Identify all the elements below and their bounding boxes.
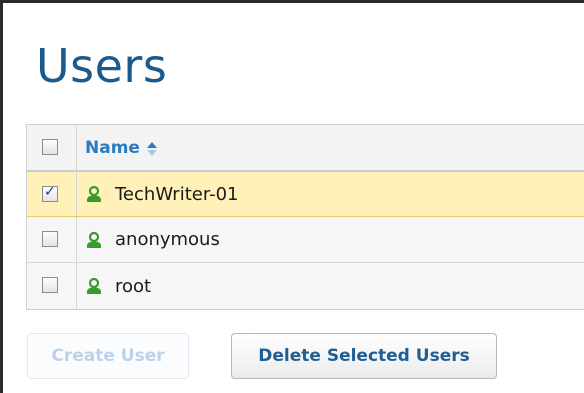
table-row[interactable]: root	[27, 263, 584, 309]
checkmark-icon: ✓	[44, 184, 56, 200]
table-header-row: Name	[27, 125, 584, 171]
user-name[interactable]: anonymous	[115, 229, 220, 250]
user-icon	[85, 185, 103, 203]
user-icon	[85, 231, 103, 249]
row-checkbox[interactable]: ✓	[42, 184, 58, 202]
user-name-cell: anonymous	[85, 217, 220, 262]
user-name[interactable]: TechWriter-01	[115, 184, 239, 205]
row-checkbox-cell	[27, 217, 77, 262]
user-icon	[85, 277, 103, 295]
table-row[interactable]: ✓ TechWriter-01	[27, 171, 584, 217]
users-table: Name ✓ TechWriter-01 anonymous root	[26, 124, 584, 310]
row-checkbox[interactable]	[42, 277, 58, 293]
row-checkbox-cell: ✓	[27, 172, 77, 216]
create-user-button[interactable]: Create User	[27, 333, 189, 379]
select-all-checkbox[interactable]	[42, 139, 58, 155]
user-name-cell: TechWriter-01	[85, 172, 239, 216]
row-checkbox[interactable]	[42, 231, 58, 247]
user-name[interactable]: root	[115, 276, 151, 297]
sort-asc-icon[interactable]	[146, 140, 158, 158]
name-column-label[interactable]: Name	[85, 138, 140, 158]
table-row[interactable]: anonymous	[27, 217, 584, 263]
delete-selected-users-button[interactable]: Delete Selected Users	[231, 333, 497, 379]
select-all-cell	[27, 125, 77, 170]
page-title: Users	[36, 39, 168, 93]
user-name-cell: root	[85, 263, 151, 309]
row-checkbox-cell	[27, 263, 77, 309]
name-column-header[interactable]: Name	[85, 125, 158, 170]
